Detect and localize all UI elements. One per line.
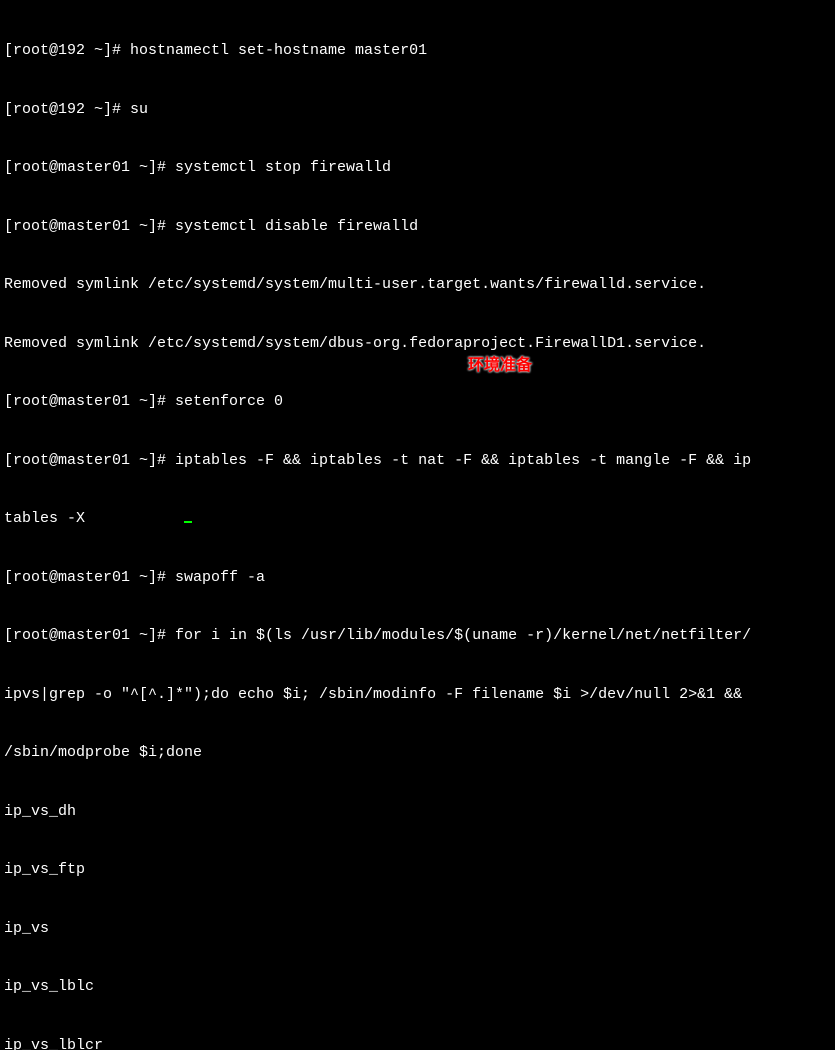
terminal-line: /sbin/modprobe $i;done [4, 743, 831, 763]
terminal-line: ip_vs [4, 919, 831, 939]
terminal-line: [root@192 ~]# su [4, 100, 831, 120]
terminal-line: [root@master01 ~]# iptables -F && iptabl… [4, 451, 831, 471]
terminal-line: ip_vs_dh [4, 802, 831, 822]
terminal-line: ip_vs_lblcr [4, 1036, 831, 1050]
terminal-line: [root@master01 ~]# systemctl stop firewa… [4, 158, 831, 178]
terminal-line: ip_vs_ftp [4, 860, 831, 880]
terminal-line: [root@master01 ~]# for i in $(ls /usr/li… [4, 626, 831, 646]
terminal-line: Removed symlink /etc/systemd/system/mult… [4, 275, 831, 295]
terminal-output[interactable]: [root@192 ~]# hostnamectl set-hostname m… [4, 2, 831, 1050]
terminal-line: ipvs|grep -o "^[^.]*");do echo $i; /sbin… [4, 685, 831, 705]
cursor-indicator [184, 521, 192, 523]
terminal-line: [root@master01 ~]# systemctl disable fir… [4, 217, 831, 237]
terminal-line: [root@master01 ~]# swapoff -a [4, 568, 831, 588]
terminal-line: [root@master01 ~]# setenforce 0 [4, 392, 831, 412]
terminal-line: ip_vs_lblc [4, 977, 831, 997]
terminal-line: [root@192 ~]# hostnamectl set-hostname m… [4, 41, 831, 61]
terminal-line: Removed symlink /etc/systemd/system/dbus… [4, 334, 831, 354]
terminal-line: tables -X [4, 509, 831, 529]
annotation-label: 环境准备 [468, 356, 532, 377]
